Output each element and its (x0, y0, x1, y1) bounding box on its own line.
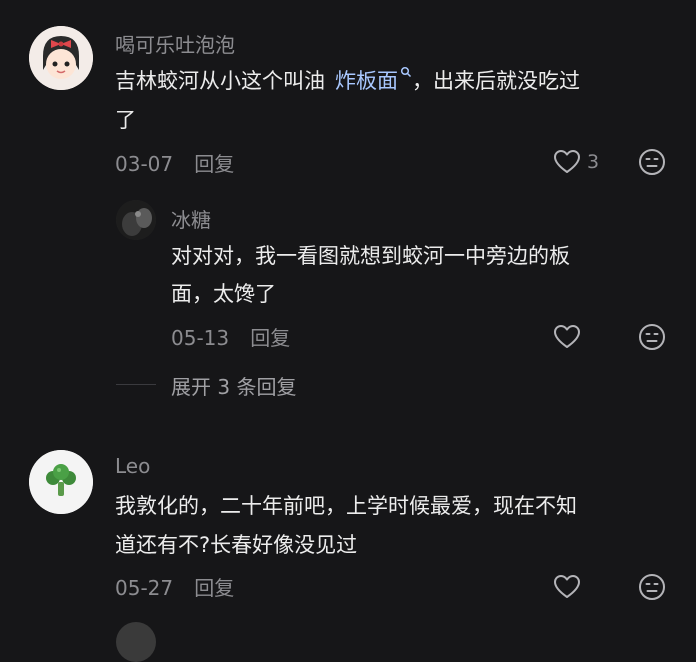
like-count: 3 (587, 151, 600, 173)
heart-icon (554, 150, 580, 173)
dislike-button[interactable] (638, 148, 666, 180)
comment-username[interactable]: Leo (115, 454, 150, 478)
reply-text-line: 面，太馋了 (171, 282, 276, 306)
dislike-button[interactable] (638, 323, 666, 355)
reply-button[interactable]: 回复 (250, 326, 290, 350)
reply-button[interactable]: 回复 (194, 152, 234, 176)
like-button[interactable]: 3 (553, 149, 599, 175)
comment-text-line: 我敦化的，二十年前吧，上学时候最爱，现在不知 (115, 494, 577, 518)
avatar-reply[interactable] (116, 200, 156, 240)
heart-icon (554, 325, 580, 348)
neutral-face-icon (639, 324, 665, 350)
neutral-face-icon (639, 149, 665, 175)
like-button[interactable] (553, 574, 581, 604)
reply-button[interactable]: 回复 (194, 576, 234, 600)
keyword-link[interactable]: 炸板面 (335, 66, 412, 93)
expand-replies-button[interactable]: 展开 3 条回复 (171, 371, 296, 400)
reply-username[interactable]: 冰糖 (171, 204, 211, 233)
search-icon (400, 66, 412, 78)
comment-meta: 03-07 回复 (115, 148, 234, 177)
reply-date: 05-13 (171, 326, 230, 350)
reply-meta: 05-13 回复 (171, 322, 290, 351)
comment-username[interactable]: 喝可乐吐泡泡 (115, 29, 235, 58)
avatar-next-reply[interactable] (116, 622, 156, 662)
comment-text-line: 道还有不?长春好像没见过 (115, 533, 358, 557)
expand-divider (116, 384, 156, 385)
dislike-button[interactable] (638, 573, 666, 605)
broccoli-avatar-icon (29, 450, 93, 514)
comment-text-part: 吉林蛟河从小这个叫油 (115, 69, 325, 93)
avatar-comment-2[interactable] (29, 450, 93, 514)
avatar-comment-1[interactable] (29, 26, 93, 90)
girl-avatar-icon (29, 26, 93, 90)
comment-date: 03-07 (115, 152, 174, 176)
comment-text: 吉林蛟河从小这个叫油 炸板面 ，出来后就没吃过 (115, 63, 675, 99)
comment-date: 05-27 (115, 576, 174, 600)
heart-icon (554, 575, 580, 598)
reply-text-line: 对对对，我一看图就想到蛟河一中旁边的板 (171, 244, 570, 268)
comment-text-line: 了 (115, 108, 136, 132)
user-photo-icon (116, 200, 156, 240)
comment-text-part: ，出来后就没吃过 (412, 69, 580, 93)
neutral-face-icon (639, 574, 665, 600)
comment-meta: 05-27 回复 (115, 572, 234, 601)
keyword-text: 炸板面 (335, 69, 398, 93)
like-button[interactable] (553, 324, 581, 354)
